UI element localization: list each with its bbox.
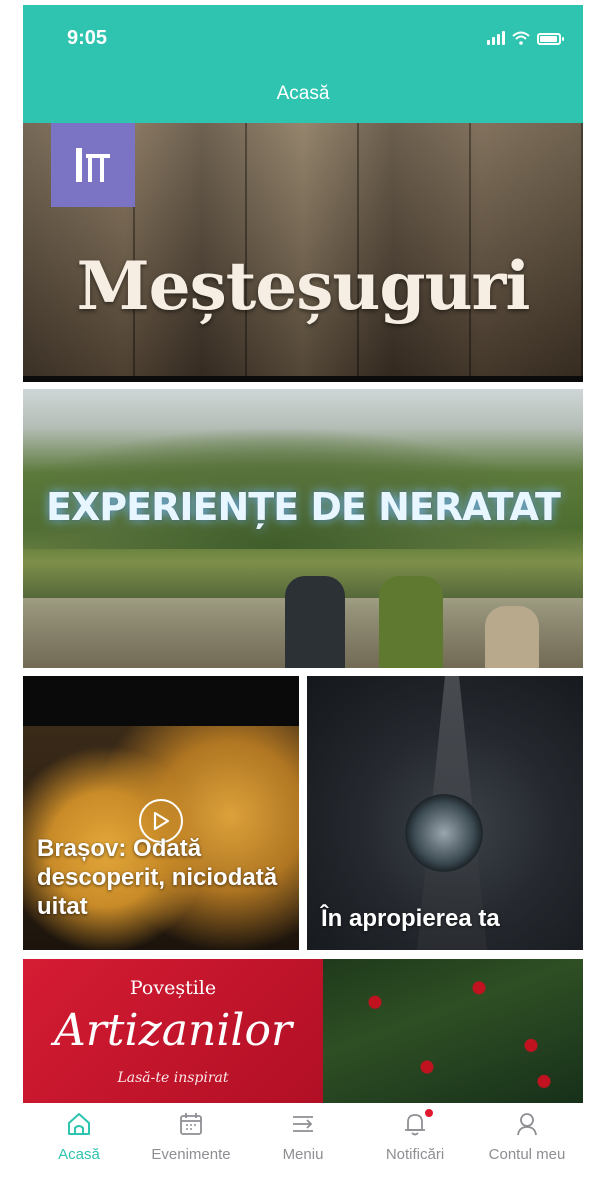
tab-events-label: Evenimente (151, 1146, 231, 1163)
user-icon (517, 1113, 537, 1136)
battery-icon (537, 33, 564, 45)
tab-home-label: Acasă (58, 1146, 100, 1163)
status-time: 9:05 (67, 27, 108, 49)
artisans-top-text: Poveștile (129, 977, 217, 999)
signal-icon (487, 31, 505, 45)
tab-menu[interactable]: Meniu (247, 1103, 359, 1187)
tab-home[interactable]: Acasă (23, 1103, 135, 1187)
museum-logo (51, 123, 135, 207)
nearby-card[interactable]: În apropierea ta (307, 676, 583, 950)
status-icons (487, 31, 564, 45)
wifi-icon (512, 31, 530, 45)
notification-badge (424, 1108, 434, 1118)
calendar-icon (180, 1113, 202, 1135)
tab-menu-label: Meniu (282, 1146, 324, 1163)
tab-bar: Acasă Evenimente Meniu Notificări Contul… (23, 1103, 583, 1187)
tab-account-label: Contul meu (488, 1146, 566, 1163)
christmas-tree-image (323, 959, 583, 1103)
person-silhouette (285, 576, 345, 668)
artisans-title: Artizanilor (54, 1005, 292, 1056)
card-divider (23, 376, 583, 382)
tab-notifications-label: Notificări (385, 1146, 445, 1163)
artisans-card[interactable]: Poveștile Artizanilor Lasă-te inspirat (23, 959, 583, 1103)
artisans-subtitle: Lasă-te inspirat (117, 1070, 229, 1086)
app-screen: 9:05 Acasă Meșteșuguri EXPERIENȚE DE NER… (23, 5, 583, 1187)
experiences-title: EXPERIENȚE DE NERATAT (46, 485, 561, 529)
person-silhouette (379, 576, 443, 668)
home-icon (68, 1113, 90, 1135)
tab-notifications[interactable]: Notificări (359, 1103, 471, 1187)
person-silhouette (485, 606, 539, 668)
page-title: Acasă (276, 83, 330, 104)
crafts-card[interactable]: Meșteșuguri (23, 123, 583, 382)
brasov-video-card[interactable]: Brașov: Odată descoperit, niciodată uita… (23, 676, 299, 950)
nearby-caption: În apropierea ta (321, 905, 500, 932)
tab-events[interactable]: Evenimente (135, 1103, 247, 1187)
app-header: 9:05 Acasă (23, 5, 583, 123)
experiences-card[interactable]: EXPERIENȚE DE NERATAT (23, 389, 583, 668)
compass-image (405, 794, 483, 872)
brasov-caption: Brașov: Odată descoperit, niciodată uita… (37, 835, 278, 920)
crafts-title: Meșteșuguri (76, 247, 531, 325)
menu-icon (293, 1116, 313, 1132)
tab-account[interactable]: Contul meu (471, 1103, 583, 1187)
